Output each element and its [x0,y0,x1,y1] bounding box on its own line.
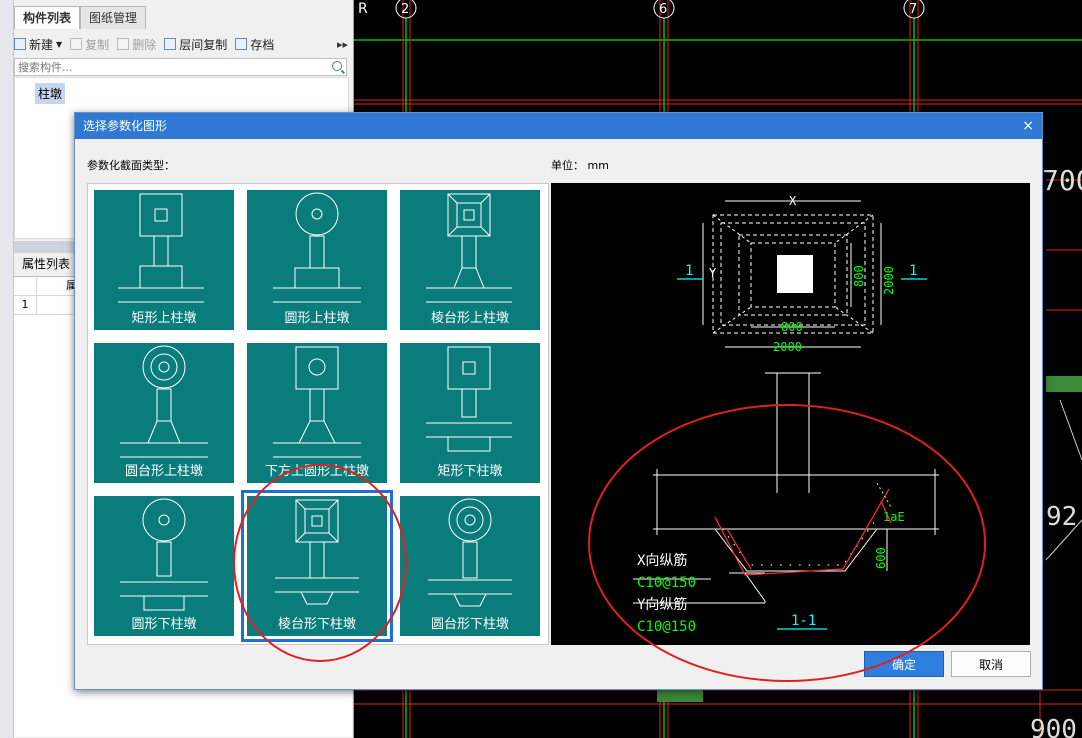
copy-icon [70,38,83,50]
dim-800-horizontal: 800 [781,320,803,334]
floor-copy-icon [164,38,177,50]
shape-tile-circle-lower[interactable]: 圆形下柱墩 [94,496,234,636]
tree-item-pier[interactable]: 柱墩 [35,83,66,104]
component-toolbar: 新建 ▼ 复制 删除 层间复制 存档 ▸▸ [14,33,352,55]
dialog-title: 选择参数化图形 [83,119,168,133]
property-grid-corner [14,277,37,295]
delete-icon [117,38,130,50]
dialog-title-bar[interactable]: 选择参数化图形 × [75,113,1042,139]
shape-label: 圆形下柱墩 [131,617,197,632]
dim-2000-horizontal: 2000 [773,340,802,354]
shape-label: 棱台形下柱墩 [277,617,356,632]
section-mark-right: 1 [909,263,917,279]
dim-800-vertical: 800 [852,265,866,287]
dim-lae-label: 1aE [883,510,905,524]
shape-label: 矩形下柱墩 [437,464,503,479]
y-rebar-value: C10@150 [637,619,696,635]
shape-label: 圆形上柱墩 [284,311,350,326]
archive-button-label: 存档 [250,37,275,52]
shape-label: 矩形上柱墩 [131,311,197,326]
dim-2000-vertical: 2000 [882,266,896,295]
shape-tile-round-frustum-lower[interactable]: 圆台形下柱墩 [400,496,540,636]
shape-tile-round-frustum-upper[interactable]: 圆台形上柱墩 [94,343,234,483]
dropdown-arrow-icon: ▼ [56,39,63,49]
y-rebar-label: Y向纵筋 [637,596,687,613]
toolbar-overflow-button[interactable]: ▸▸ [337,38,348,51]
search-icon[interactable] [332,61,342,71]
archive-button[interactable]: 存档 [235,36,274,53]
unit-label: 单位： mm [551,159,609,172]
property-list-title[interactable]: 属性列表 [14,254,82,274]
shape-preview-pane: X Y 800 2000 800 2000 1 1 1aE 600 X向纵筋 C… [551,183,1030,645]
cad-text-700: 700 [1042,164,1082,197]
dim-y-label: Y [709,266,717,280]
floor-copy-button-label: 层间复制 [179,37,228,52]
shape-label: 圆台形下柱墩 [430,617,509,632]
dim-x-label: X [789,194,797,208]
section-title-label: 1-1 [791,613,816,629]
tab-component-list[interactable]: 构件列表 [14,6,81,29]
new-button-label: 新建 [29,37,54,52]
axis-label-6: 6 [659,2,667,17]
archive-icon [235,38,248,50]
copy-button[interactable]: 复制 [70,36,109,53]
tab-drawing-management[interactable]: 图纸管理 [80,6,147,29]
property-row-number: 1 [14,296,37,314]
shape-tile-rect-lower[interactable]: 矩形下柱墩 [400,343,540,483]
section-type-label: 参数化截面类型： [87,159,175,172]
shape-grid: 矩形上柱墩 圆形上柱墩 棱台形上柱墩 圆台形上柱墩 下方上圆形上柱墩 矩形下柱墩… [87,183,549,645]
axis-marker-r: R [358,1,368,17]
delete-button-label: 删除 [132,37,157,52]
shape-label: 圆台形上柱墩 [124,464,203,479]
shape-tile-frustum-upper[interactable]: 棱台形上柱墩 [400,190,540,330]
new-button[interactable]: 新建 ▼ [14,36,62,53]
left-side-strip [0,0,14,738]
cad-text-92: 92 [1046,502,1077,532]
ok-button[interactable]: 确定 [864,651,944,677]
shape-tile-circle-upper[interactable]: 圆形上柱墩 [247,190,387,330]
floor-copy-button[interactable]: 层间复制 [164,36,227,53]
axis-label-2: 2 [401,2,409,17]
axis-label-7: 7 [909,2,917,17]
shape-tile-rect-upper[interactable]: 矩形上柱墩 [94,190,234,330]
x-rebar-label: X向纵筋 [637,552,687,569]
close-icon[interactable]: × [1022,113,1034,139]
axis-label-r: R [358,1,368,17]
cad-text-900: 900 [1030,715,1077,738]
dim-600-label: 600 [874,547,888,569]
shape-label: 棱台形上柱墩 [430,311,509,326]
shape-tile-frustum-lower[interactable]: 棱台形下柱墩 [241,490,393,642]
shape-tile-square-round-upper[interactable]: 下方上圆形上柱墩 [247,343,387,483]
cancel-button[interactable]: 取消 [951,651,1031,677]
section-mark-left: 1 [685,263,693,279]
select-parametric-shape-dialog: 选择参数化图形 × 参数化截面类型： 单位： mm 矩形上柱墩 圆形上柱墩 棱台… [74,112,1043,690]
shape-label: 下方上圆形上柱墩 [264,464,369,479]
copy-button-label: 复制 [85,37,110,52]
x-rebar-value: C10@150 [637,575,696,591]
component-search-box [14,58,347,76]
component-search-input[interactable] [15,59,321,75]
panel-tabs: 构件列表 图纸管理 [14,6,147,29]
new-icon [14,38,26,50]
delete-button[interactable]: 删除 [117,36,156,53]
